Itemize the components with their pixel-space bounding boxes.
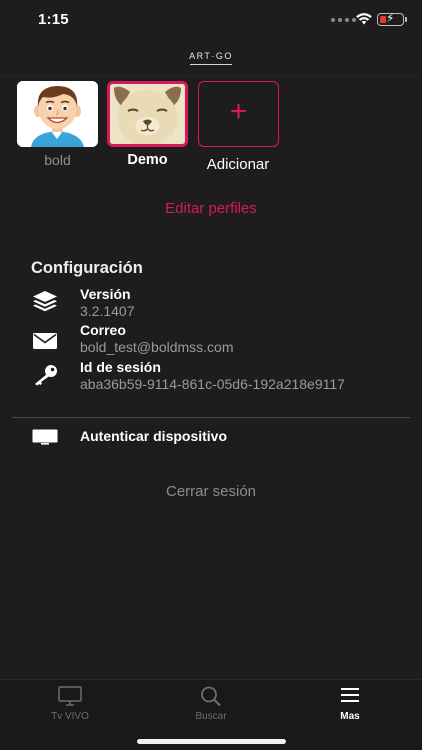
- key-icon: [35, 365, 57, 386]
- profile-name-bold: bold: [44, 152, 71, 168]
- tab-buscar-label: Buscar: [195, 711, 227, 722]
- session-id-value: aba36b59-9114-861c-05d6-192a218e9117: [80, 376, 345, 392]
- mail-icon: [33, 333, 57, 349]
- wifi-icon: [356, 13, 372, 25]
- email-label: Correo: [80, 322, 126, 338]
- config-section-title: Configuración: [31, 259, 143, 277]
- pug-dog-avatar-icon: [110, 84, 185, 144]
- home-indicator[interactable]: [137, 739, 286, 744]
- app-logo: ART·GO: [189, 51, 233, 61]
- profile-name-demo: Demo: [127, 152, 168, 168]
- email-value: bold_test@boldmss.com: [80, 339, 234, 355]
- tab-mas-label: Mas: [340, 711, 360, 722]
- logout-button[interactable]: Cerrar sesión: [0, 483, 422, 500]
- tab-tv-vivo-label: Tv VIVO: [51, 711, 89, 722]
- tv-outline-icon: [58, 686, 82, 706]
- section-divider: [12, 417, 410, 418]
- status-time: 1:15: [38, 11, 69, 28]
- add-profile-label: Adicionar: [206, 156, 270, 173]
- edit-profiles-link[interactable]: Editar perfiles: [0, 200, 422, 217]
- menu-icon: [341, 688, 359, 702]
- tv-icon: [32, 429, 58, 445]
- header-divider: [0, 76, 422, 77]
- tab-tv-vivo[interactable]: Tv VIVO: [10, 686, 130, 722]
- cellular-signal-icon: [331, 18, 356, 22]
- tab-mas[interactable]: Mas: [290, 686, 410, 722]
- profile-avatar-bold[interactable]: [17, 81, 98, 147]
- version-value: 3.2.1407: [80, 303, 135, 319]
- layers-icon: [33, 291, 57, 312]
- session-id-label: Id de sesión: [80, 359, 161, 375]
- battery-icon: ⚡: [377, 11, 404, 26]
- profile-avatar-demo[interactable]: [107, 81, 188, 147]
- version-label: Versión: [80, 286, 131, 302]
- authenticate-device-button[interactable]: Autenticar dispositivo: [80, 428, 227, 444]
- boy-face-avatar-icon: [17, 81, 98, 147]
- search-icon: [201, 686, 221, 706]
- battery-nub: [405, 17, 407, 22]
- charging-bolt-icon: ⚡: [386, 11, 395, 25]
- tab-buscar[interactable]: Buscar: [151, 686, 271, 722]
- add-profile-button[interactable]: +: [198, 81, 279, 147]
- logo-underline: [190, 64, 232, 65]
- plus-icon: +: [229, 95, 248, 128]
